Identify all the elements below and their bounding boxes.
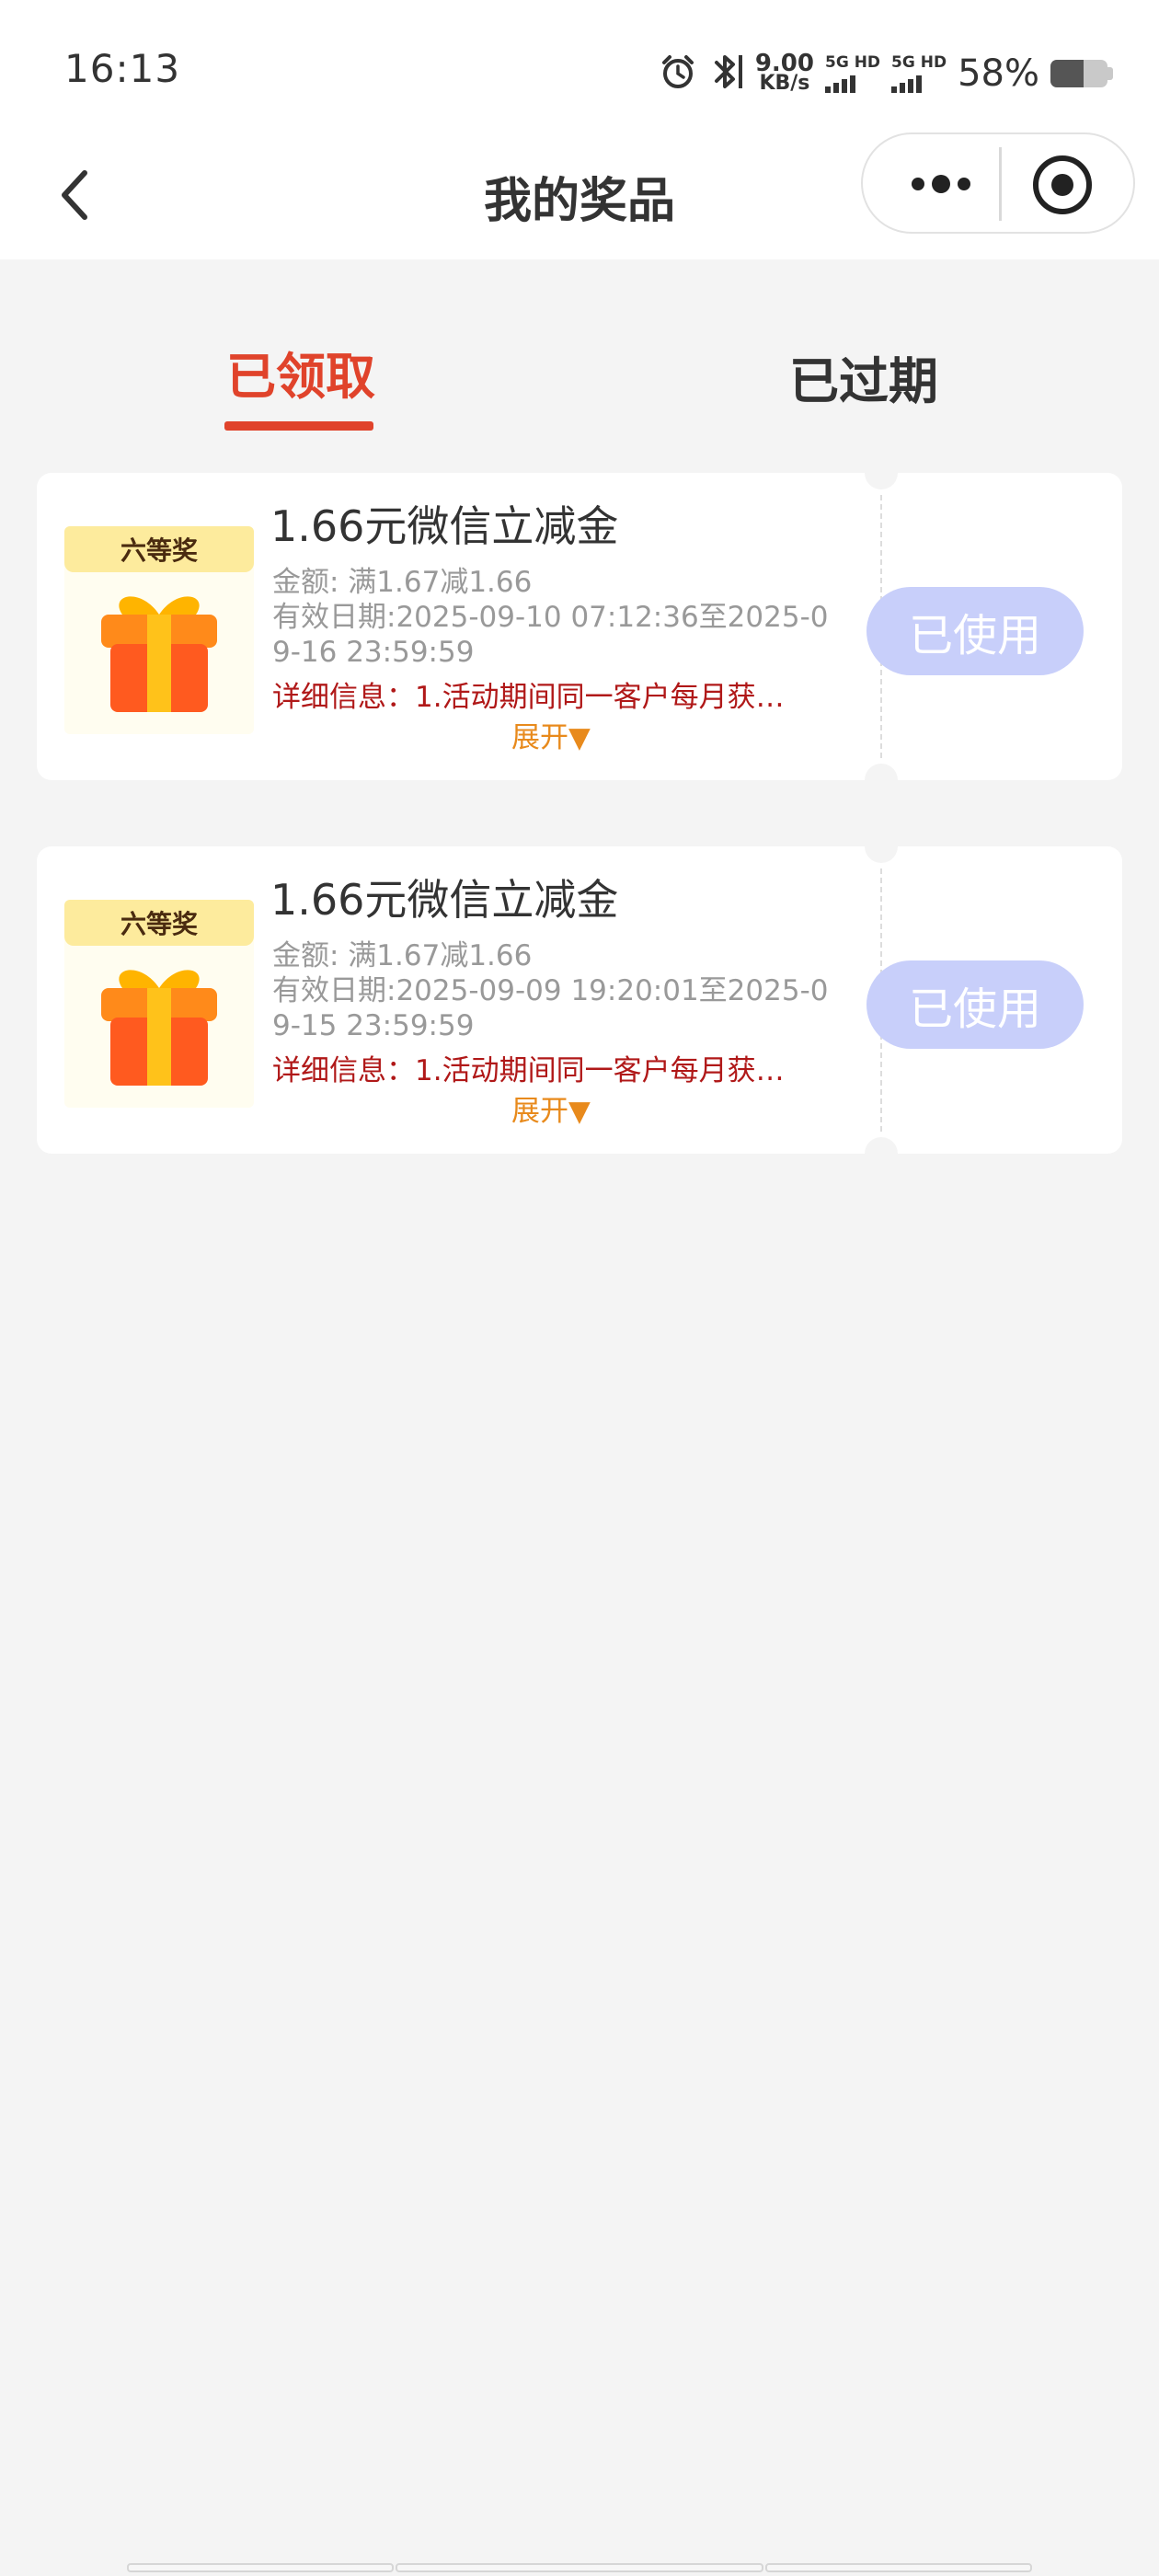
used-status-button[interactable]: 已使用 <box>866 587 1084 675</box>
signal-bars-icon <box>891 75 923 93</box>
ticket-notch <box>865 456 898 489</box>
status-bar: 16:13 9.00 KB/s 5G HD 5G HD 58% <box>0 0 1159 138</box>
mini-program-capsule <box>861 132 1135 234</box>
sim1-signal: 5G HD <box>825 54 880 93</box>
gift-box-icon <box>101 596 217 712</box>
more-dots-icon <box>912 175 970 193</box>
prize-validity: 有效日期:2025-09-10 07:12:36至2025-0 <box>272 601 829 634</box>
prize-image: 六等奖 <box>64 900 254 1108</box>
prize-title: 1.66元微信立减金 <box>270 501 619 551</box>
status-icons: 9.00 KB/s 5G HD 5G HD 58% <box>660 46 1113 101</box>
sim1-label: 5G HD <box>825 53 881 72</box>
network-speed: 9.00 KB/s <box>754 50 814 95</box>
sim2-label: 5G HD <box>891 53 947 72</box>
prize-detail: 详细信息：1.活动期间同一客户每月获… <box>272 1054 785 1087</box>
battery-icon <box>1050 60 1113 87</box>
prize-validity-cont: 9-16 23:59:59 <box>272 636 475 669</box>
prize-title: 1.66元微信立减金 <box>270 875 619 925</box>
prize-card: 六等奖 1.66元微信立减金 金额: 满1.67减1.66 有效日期:2025-… <box>37 456 1122 797</box>
network-speed-unit: KB/s <box>759 72 810 95</box>
prize-validity: 有效日期:2025-09-09 19:20:01至2025-0 <box>272 974 829 1007</box>
prize-level-badge: 六等奖 <box>64 526 254 572</box>
prize-amount: 金额: 满1.67减1.66 <box>272 939 533 972</box>
prize-validity-cont: 9-15 23:59:59 <box>272 1009 475 1042</box>
capsule-divider <box>999 147 1002 221</box>
bluetooth-icon <box>707 52 744 96</box>
network-speed-value: 9.00 <box>754 50 814 77</box>
more-button[interactable] <box>900 155 982 213</box>
close-mini-program-button[interactable] <box>1028 151 1096 219</box>
prize-image: 六等奖 <box>64 526 254 734</box>
used-status-button[interactable]: 已使用 <box>866 960 1084 1049</box>
status-time: 16:13 <box>64 46 181 91</box>
alarm-icon <box>660 53 696 94</box>
prize-amount: 金额: 满1.67减1.66 <box>272 566 533 599</box>
prize-detail: 详细信息：1.活动期间同一客户每月获… <box>272 681 785 714</box>
battery-percent: 58% <box>958 52 1039 95</box>
bottom-gesture-bar <box>127 2563 1032 2574</box>
gift-box-icon <box>101 970 217 1086</box>
tab-received[interactable]: 已领取 <box>226 336 375 408</box>
target-close-icon <box>1033 155 1092 214</box>
ticket-notch <box>865 1137 898 1170</box>
nav-bar: 我的奖品 <box>0 132 1159 259</box>
expand-button[interactable]: 展开▼ <box>511 1087 591 1129</box>
prize-level-badge: 六等奖 <box>64 900 254 946</box>
ticket-notch <box>865 764 898 797</box>
expand-button[interactable]: 展开▼ <box>511 714 591 755</box>
tab-expired[interactable]: 已过期 <box>789 340 938 413</box>
signal-bars-icon <box>825 75 855 93</box>
sim2-signal: 5G HD <box>891 54 947 93</box>
tab-active-indicator <box>224 421 373 431</box>
ticket-notch <box>865 830 898 863</box>
prize-card: 六等奖 1.66元微信立减金 金额: 满1.67减1.66 有效日期:2025-… <box>37 830 1122 1170</box>
